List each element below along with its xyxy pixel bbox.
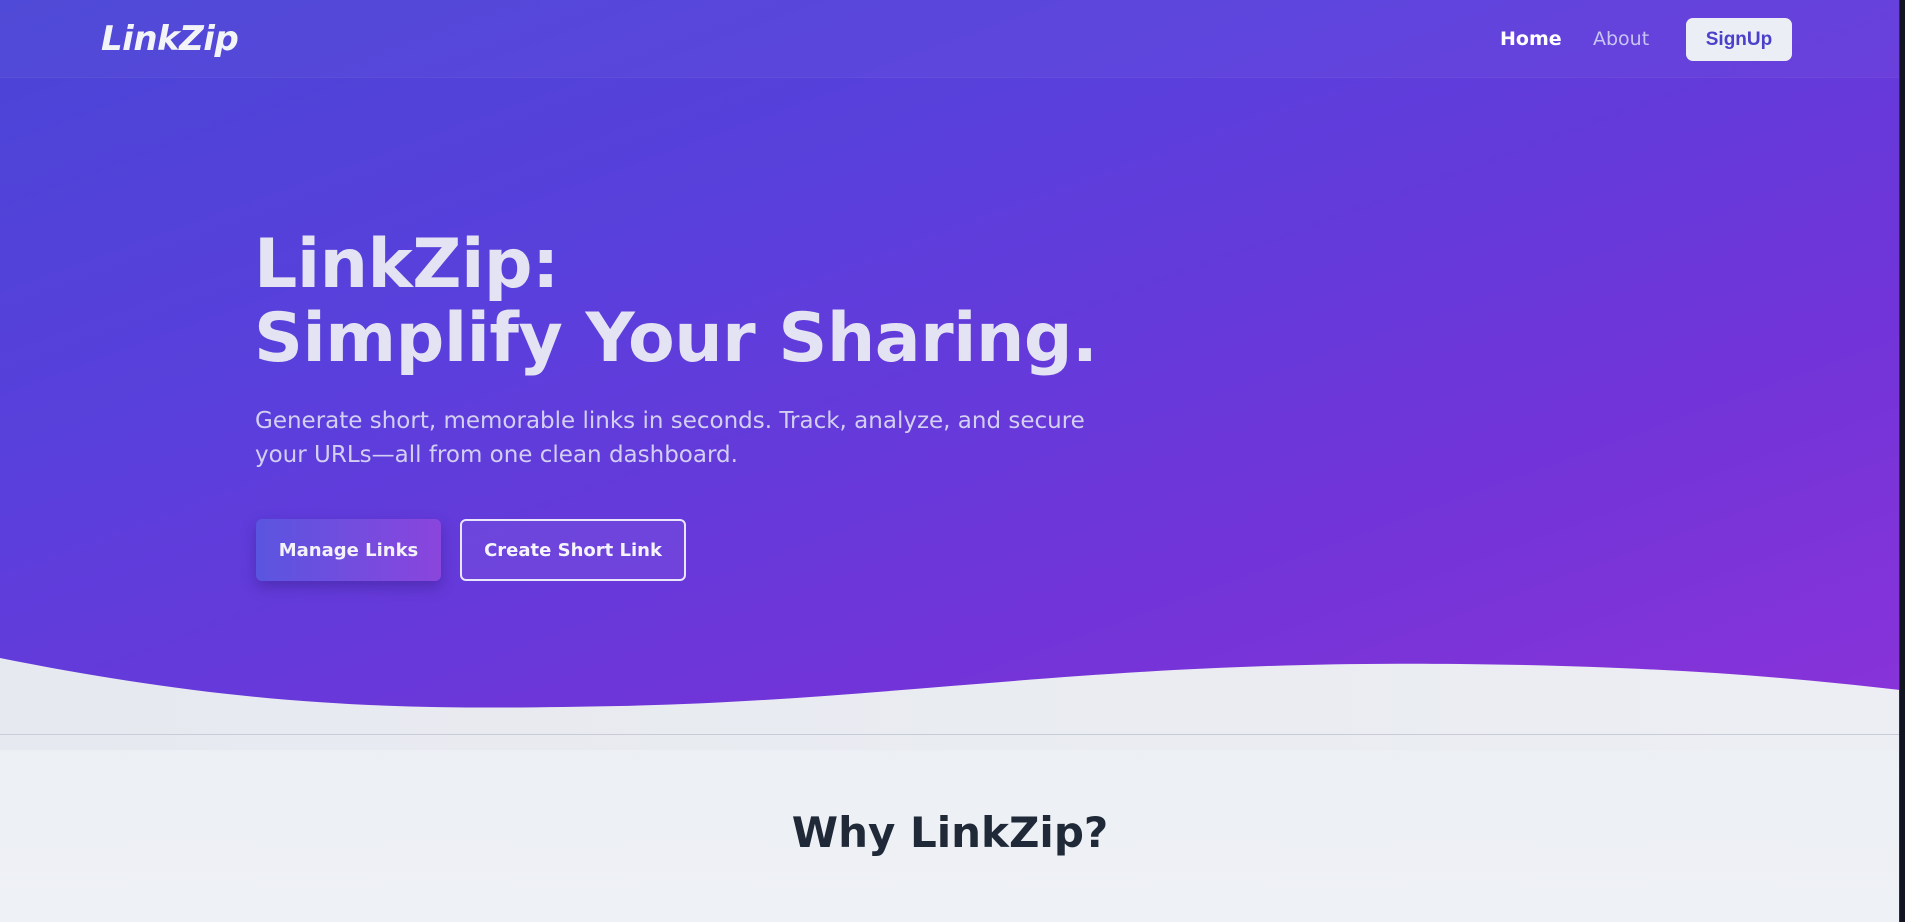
- signup-button[interactable]: SignUp: [1686, 18, 1792, 61]
- brand-logo[interactable]: LinkZip: [101, 19, 239, 59]
- manage-links-button[interactable]: Manage Links: [256, 519, 441, 581]
- why-section-title: Why LinkZip?: [791, 808, 1109, 857]
- hero-headline: LinkZip: Simplify Your Sharing.: [254, 225, 1098, 378]
- create-short-link-button[interactable]: Create Short Link: [460, 519, 686, 581]
- hero-section: LinkZip Home About SignUp LinkZip: Simpl…: [0, 0, 1899, 740]
- hero-headline-line-2: Simplify Your Sharing.: [254, 299, 1098, 378]
- hero-headline-line-1: LinkZip:: [254, 225, 559, 304]
- app-viewport: LinkZip Home About SignUp LinkZip: Simpl…: [0, 0, 1900, 922]
- top-navbar: LinkZip Home About SignUp: [0, 0, 1899, 78]
- nav-link-about[interactable]: About: [1593, 28, 1649, 50]
- window-edge: [1900, 0, 1905, 922]
- hero-subtitle: Generate short, memorable links in secon…: [255, 408, 1085, 468]
- nav-link-home[interactable]: Home: [1500, 28, 1562, 50]
- section-divider: [0, 734, 1899, 735]
